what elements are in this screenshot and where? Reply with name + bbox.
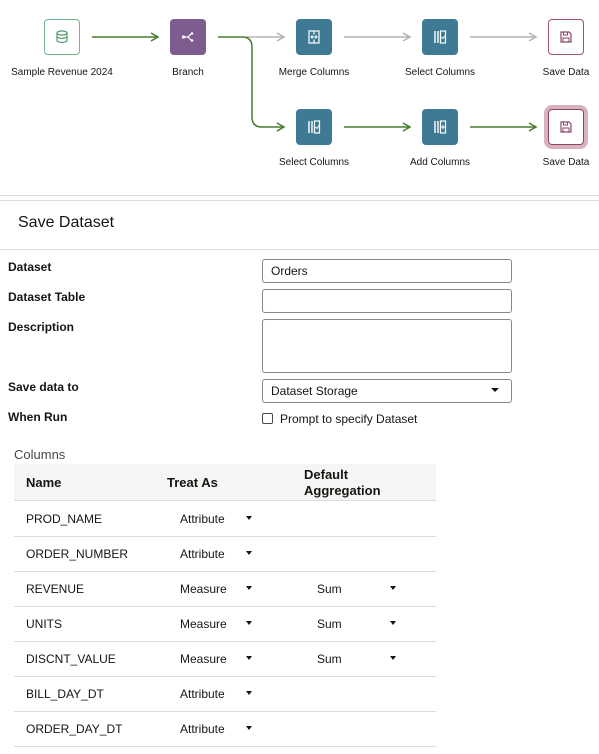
column-name: REVENUE <box>26 582 85 596</box>
chevron-down-icon[interactable] <box>246 516 252 520</box>
table-row: PROD_NAME Attribute <box>14 501 436 537</box>
treat-as-select[interactable]: Measure <box>180 582 227 596</box>
description-textarea[interactable] <box>262 319 512 373</box>
header-name: Name <box>26 475 62 490</box>
column-name: PROD_NAME <box>26 512 103 526</box>
chevron-down-icon[interactable] <box>246 656 252 660</box>
add-columns-icon <box>434 120 447 134</box>
node-label: Select Columns <box>278 157 350 168</box>
divider <box>0 200 599 201</box>
node-label: Merge Columns <box>278 67 350 78</box>
when-run-label: When Run <box>8 410 68 424</box>
node-label: Save Data <box>542 67 590 78</box>
chevron-down-icon[interactable] <box>390 586 396 590</box>
treat-as-select[interactable]: Attribute <box>180 512 225 526</box>
select-columns-icon <box>434 30 447 44</box>
column-name: DISCNT_VALUE <box>26 652 116 666</box>
divider <box>0 195 599 196</box>
dataset-name-value: Orders <box>271 264 308 278</box>
columns-section-title: Columns <box>14 447 66 462</box>
column-name: BILL_DAY_DT <box>26 687 104 701</box>
chevron-down-icon[interactable] <box>390 656 396 660</box>
header-default-aggregation-1: Default <box>304 467 349 482</box>
header-treat-as: Treat As <box>167 475 218 490</box>
node-save-data[interactable] <box>548 19 584 55</box>
table-row: ORDER_NUMBER Attribute <box>14 536 436 572</box>
select-columns-icon <box>308 120 321 134</box>
chevron-down-icon[interactable] <box>246 551 252 555</box>
dataset-name-input[interactable]: Orders <box>262 259 512 283</box>
treat-as-select[interactable]: Attribute <box>180 687 225 701</box>
node-label: Branch <box>172 67 204 78</box>
chevron-down-icon <box>491 388 499 392</box>
header-default-aggregation-2: Aggregation <box>304 483 381 498</box>
data-flow-canvas: Sample Revenue 2024 Branch Merge Columns… <box>0 0 599 200</box>
branch-icon <box>181 32 194 42</box>
chevron-down-icon[interactable] <box>246 691 252 695</box>
chevron-down-icon[interactable] <box>246 586 252 590</box>
dataset-table-input[interactable] <box>262 289 512 313</box>
node-label: Add Columns <box>409 157 471 168</box>
prompt-checkbox[interactable] <box>262 413 273 424</box>
node-label: Sample Revenue 2024 <box>11 67 113 78</box>
save-data-to-select[interactable]: Dataset Storage <box>262 379 512 403</box>
treat-as-select[interactable]: Attribute <box>180 547 225 561</box>
chevron-down-icon[interactable] <box>390 621 396 625</box>
save-icon <box>560 31 572 43</box>
save-icon <box>560 121 572 133</box>
panel-title: Save Dataset <box>18 214 115 231</box>
merge-columns-icon <box>308 30 320 44</box>
chevron-down-icon[interactable] <box>246 621 252 625</box>
table-header: Name Treat As Default Aggregation <box>14 464 436 501</box>
save-data-to-label: Save data to <box>8 380 79 394</box>
node-merge-columns[interactable] <box>296 19 332 55</box>
node-save-data-selected[interactable] <box>548 109 584 145</box>
save-data-to-value: Dataset Storage <box>271 384 358 398</box>
table-row: ORDER_DAY_DT Attribute <box>14 711 436 747</box>
treat-as-select[interactable]: Attribute <box>180 722 225 736</box>
aggregation-select[interactable]: Sum <box>317 617 342 631</box>
prompt-checkbox-label[interactable]: Prompt to specify Dataset <box>280 412 417 426</box>
table-row: REVENUE Measure Sum <box>14 571 436 607</box>
dataset-table-label: Dataset Table <box>8 290 86 304</box>
treat-as-select[interactable]: Measure <box>180 617 227 631</box>
column-name: ORDER_DAY_DT <box>26 722 123 736</box>
node-label: Save Data <box>542 157 590 168</box>
column-name: UNITS <box>26 617 62 631</box>
table-row: DISCNT_VALUE Measure Sum <box>14 641 436 677</box>
table-row: BILL_DAY_DT Attribute <box>14 676 436 712</box>
edge-branch-select-lower <box>218 36 286 132</box>
node-select-columns[interactable] <box>296 109 332 145</box>
node-add-columns[interactable] <box>422 109 458 145</box>
database-icon <box>56 30 68 44</box>
divider <box>0 249 599 250</box>
treat-as-select[interactable]: Measure <box>180 652 227 666</box>
aggregation-select[interactable]: Sum <box>317 652 342 666</box>
node-label: Select Columns <box>404 67 476 78</box>
aggregation-select[interactable]: Sum <box>317 582 342 596</box>
chevron-down-icon[interactable] <box>246 726 252 730</box>
table-row: UNITS Measure Sum <box>14 606 436 642</box>
description-label: Description <box>8 320 75 334</box>
column-name: ORDER_NUMBER <box>26 547 129 561</box>
dataset-label: Dataset <box>8 260 52 274</box>
node-sample-revenue[interactable] <box>44 19 80 55</box>
node-select-columns[interactable] <box>422 19 458 55</box>
node-branch[interactable] <box>170 19 206 55</box>
